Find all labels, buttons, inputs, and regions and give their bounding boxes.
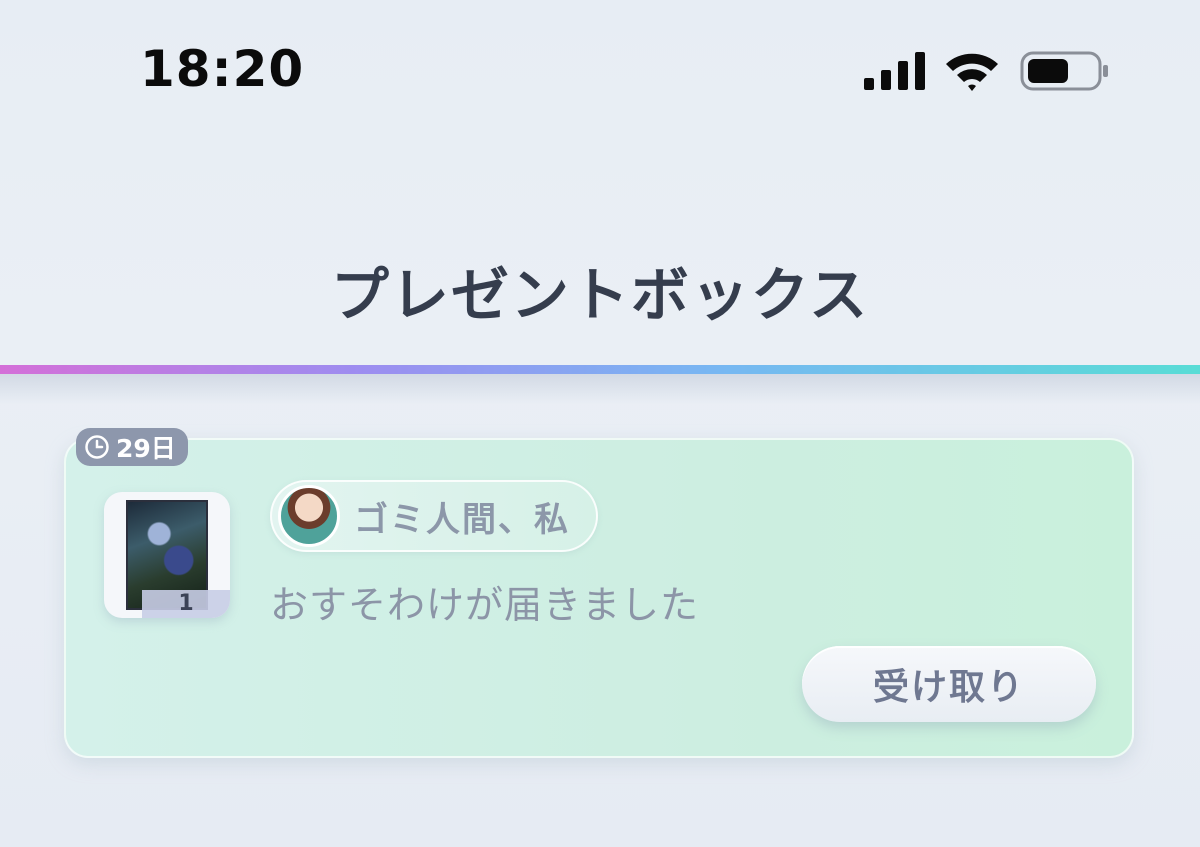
- gift-message: おすそわけが届きました: [270, 583, 700, 627]
- sender-name: ゴミ人間、私: [354, 499, 570, 540]
- header-shadow: [0, 374, 1200, 404]
- wifi-icon: [946, 53, 998, 91]
- avatar: [278, 485, 340, 547]
- page-title: プレゼントボックス: [330, 261, 870, 329]
- sender-chip[interactable]: ゴミ人間、私: [270, 480, 598, 552]
- header-divider: [0, 365, 1200, 374]
- clock-icon: [85, 435, 109, 459]
- item-thumbnail[interactable]: 1: [104, 492, 230, 618]
- expiry-badge: 29日: [76, 428, 188, 466]
- battery-icon: [1020, 51, 1108, 91]
- expiry-text: 29日: [116, 434, 176, 463]
- status-bar: 18:20: [0, 0, 1200, 140]
- signal-icon: [864, 52, 925, 90]
- item-quantity: 1: [142, 590, 230, 618]
- receive-button[interactable]: 受け取り: [802, 646, 1096, 722]
- status-time: 18:20: [140, 40, 305, 98]
